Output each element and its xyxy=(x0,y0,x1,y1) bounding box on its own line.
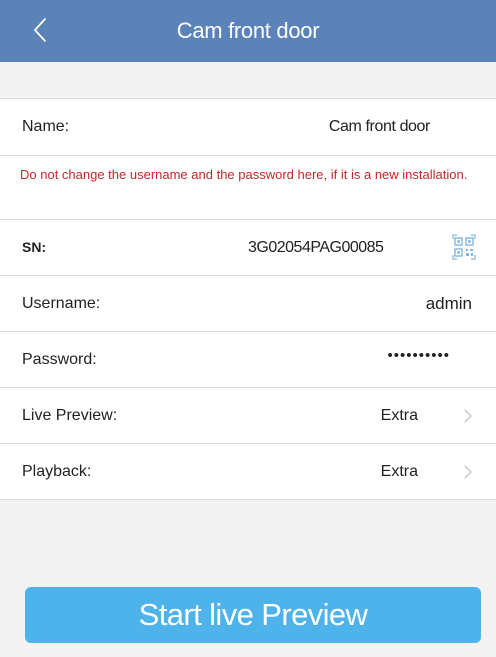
username-row[interactable]: Username: admin xyxy=(0,276,496,332)
username-label: Username: xyxy=(22,295,101,312)
playback-row[interactable]: Playback: Extra xyxy=(0,444,496,500)
live-preview-value: Extra xyxy=(380,407,418,424)
password-label: Password: xyxy=(22,351,97,368)
live-preview-row[interactable]: Live Preview: Extra xyxy=(0,388,496,444)
top-spacer xyxy=(0,62,496,98)
qr-code-icon[interactable] xyxy=(452,234,476,260)
password-row[interactable]: Password: •••••••••• xyxy=(0,332,496,388)
warning-panel: Do not change the username and the passw… xyxy=(0,156,496,220)
start-live-preview-button[interactable]: Start live Preview xyxy=(25,587,481,643)
chevron-right-icon xyxy=(464,465,472,479)
sn-row: SN: 3G02054PAG00085 xyxy=(0,220,496,276)
username-value[interactable]: admin xyxy=(426,294,472,314)
password-value[interactable]: •••••••••• xyxy=(387,347,450,364)
name-label: Name: xyxy=(22,118,70,135)
chevron-right-icon xyxy=(464,409,472,423)
playback-label: Playback: xyxy=(22,463,92,480)
page-title: Cam front door xyxy=(176,18,320,43)
app-header: Cam front door xyxy=(0,0,496,62)
playback-value: Extra xyxy=(380,463,418,480)
live-preview-label: Live Preview: xyxy=(22,407,118,424)
name-row[interactable]: Name: Cam front door xyxy=(0,98,496,156)
name-value[interactable]: Cam front door xyxy=(329,118,431,136)
sn-value: 3G02054PAG00085 xyxy=(248,239,384,256)
sn-label: SN: xyxy=(22,239,47,255)
warning-text: Do not change the username and the passw… xyxy=(20,167,468,182)
